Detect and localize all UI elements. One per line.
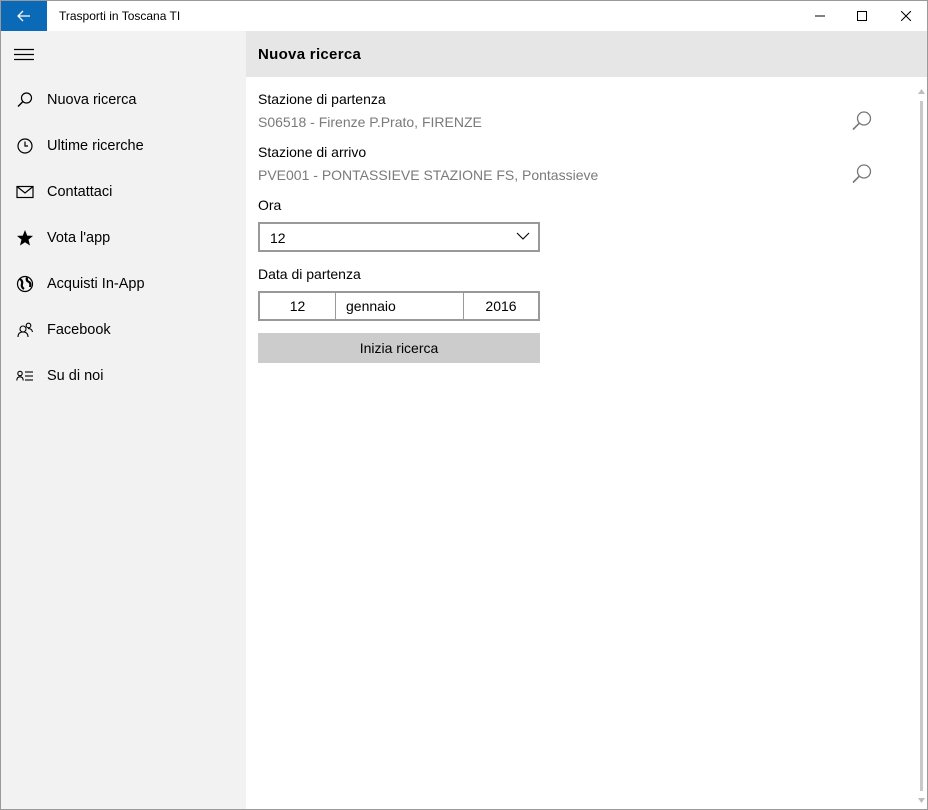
hour-select[interactable]: 12: [258, 222, 540, 252]
minimize-button[interactable]: [797, 1, 843, 31]
arrival-label: Stazione di arrivo: [258, 144, 367, 160]
back-button[interactable]: [1, 1, 47, 31]
hour-select-value: 12: [270, 230, 286, 246]
hamburger-icon: [14, 48, 34, 61]
sidebar-item-contattaci[interactable]: Contattaci: [1, 170, 246, 214]
sidebar-item-label: Facebook: [47, 322, 111, 338]
search-icon: [852, 164, 872, 184]
sidebar-item-facebook[interactable]: Facebook: [1, 308, 246, 352]
star-icon: [15, 228, 35, 248]
scroll-down-arrow-icon[interactable]: [918, 798, 925, 803]
globe-icon: [15, 274, 35, 294]
date-picker: 12 gennaio 2016: [258, 291, 540, 321]
close-button[interactable]: [883, 1, 927, 31]
search-icon: [15, 90, 35, 110]
date-month-picker[interactable]: gennaio: [336, 293, 464, 319]
start-search-button[interactable]: Inizia ricerca: [258, 333, 540, 363]
app-window: Trasporti in Toscana TI Nuova ricerca Ul…: [0, 0, 928, 810]
maximize-button[interactable]: [839, 1, 885, 31]
maximize-icon: [857, 11, 867, 21]
date-year-picker[interactable]: 2016: [464, 293, 538, 319]
date-day-picker[interactable]: 12: [260, 293, 336, 319]
hour-label: Ora: [258, 197, 282, 213]
sidebar-item-label: Ultime ricerche: [47, 138, 144, 154]
sidebar-item-label: Contattaci: [47, 184, 113, 200]
people-icon: [15, 320, 35, 340]
arrival-station-field[interactable]: PVE001 - PONTASSIEVE STAZIONE FS, Pontas…: [258, 167, 598, 183]
contact-info-icon: [15, 366, 35, 386]
sidebar-item-label: Su di noi: [47, 368, 104, 384]
clock-icon: [15, 136, 35, 156]
departure-label: Stazione di partenza: [258, 91, 386, 107]
sidebar-item-label: Vota l'app: [47, 230, 111, 246]
vertical-scrollbar[interactable]: [916, 87, 927, 809]
search-icon: [852, 111, 872, 131]
departure-search-button[interactable]: [850, 109, 874, 133]
sidebar: Nuova ricerca Ultime ricerche Contattaci…: [1, 31, 246, 809]
arrival-search-button[interactable]: [850, 162, 874, 186]
search-form: Stazione di partenza S06518 - Firenze P.…: [246, 77, 916, 809]
close-icon: [901, 11, 911, 21]
sidebar-item-su-di-noi[interactable]: Su di noi: [1, 354, 246, 398]
sidebar-item-label: Acquisti In-App: [47, 276, 145, 292]
scroll-up-arrow-icon[interactable]: [918, 89, 925, 94]
hamburger-menu-button[interactable]: [13, 45, 35, 65]
minimize-icon: [815, 15, 825, 17]
mail-icon: [15, 182, 35, 202]
page-title: Nuova ricerca: [258, 46, 362, 63]
sidebar-item-label: Nuova ricerca: [47, 92, 137, 108]
page-header: Nuova ricerca: [246, 31, 927, 77]
departure-station-field[interactable]: S06518 - Firenze P.Prato, FIRENZE: [258, 114, 482, 130]
chevron-down-icon: [516, 232, 530, 240]
date-label: Data di partenza: [258, 266, 361, 282]
sidebar-item-ultime-ricerche[interactable]: Ultime ricerche: [1, 124, 246, 168]
sidebar-item-vota-app[interactable]: Vota l'app: [1, 216, 246, 260]
app-title: Trasporti in Toscana TI: [59, 9, 181, 23]
sidebar-item-acquisti[interactable]: Acquisti In-App: [1, 262, 246, 306]
scrollbar-thumb[interactable]: [920, 101, 923, 791]
sidebar-item-nuova-ricerca[interactable]: Nuova ricerca: [1, 78, 246, 122]
title-bar: Trasporti in Toscana TI: [1, 1, 927, 31]
back-arrow-icon: [17, 10, 30, 22]
